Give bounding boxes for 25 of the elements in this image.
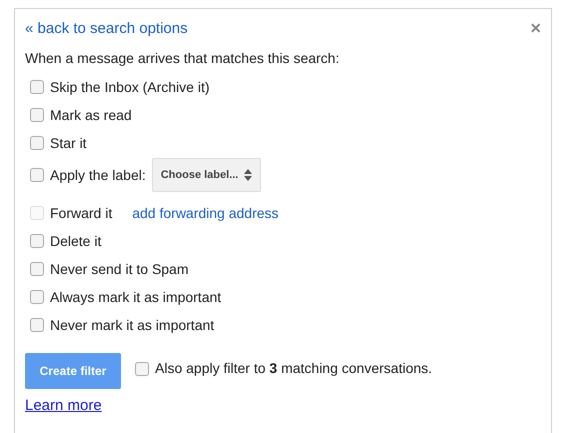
option-label: Forward it: [50, 204, 112, 222]
checkbox[interactable]: [30, 318, 44, 332]
checkbox[interactable]: [30, 262, 44, 276]
checkbox[interactable]: [30, 136, 44, 150]
label-dropdown[interactable]: Choose label...: [152, 158, 262, 192]
back-link[interactable]: « back to search options: [25, 19, 188, 39]
option-label: Never send it to Spam: [50, 260, 189, 279]
checkbox[interactable]: [30, 80, 44, 94]
checkbox[interactable]: [30, 234, 44, 248]
option-label: Apply the label:: [50, 166, 146, 185]
option-label: Skip the Inbox (Archive it): [50, 78, 210, 97]
checkbox[interactable]: [30, 290, 44, 304]
checkbox[interactable]: [30, 168, 44, 182]
checkbox[interactable]: [135, 362, 149, 376]
option-label: Mark as read: [50, 106, 132, 124]
option-label: Delete it: [50, 232, 102, 250]
up-down-arrows-icon: [244, 169, 252, 181]
close-button[interactable]: ×: [530, 19, 541, 37]
checkbox[interactable]: [30, 108, 44, 122]
option-label: Never mark it as important: [50, 316, 214, 335]
apply-existing-label: Also apply filter to 3 matching conversations.: [155, 359, 432, 378]
option-label: Always mark it as important: [50, 288, 222, 307]
learn-more-link[interactable]: Learn more: [25, 397, 102, 415]
option-label: Star it: [50, 134, 87, 152]
heading-text: When a message arrives that matches this search:: [25, 49, 340, 67]
